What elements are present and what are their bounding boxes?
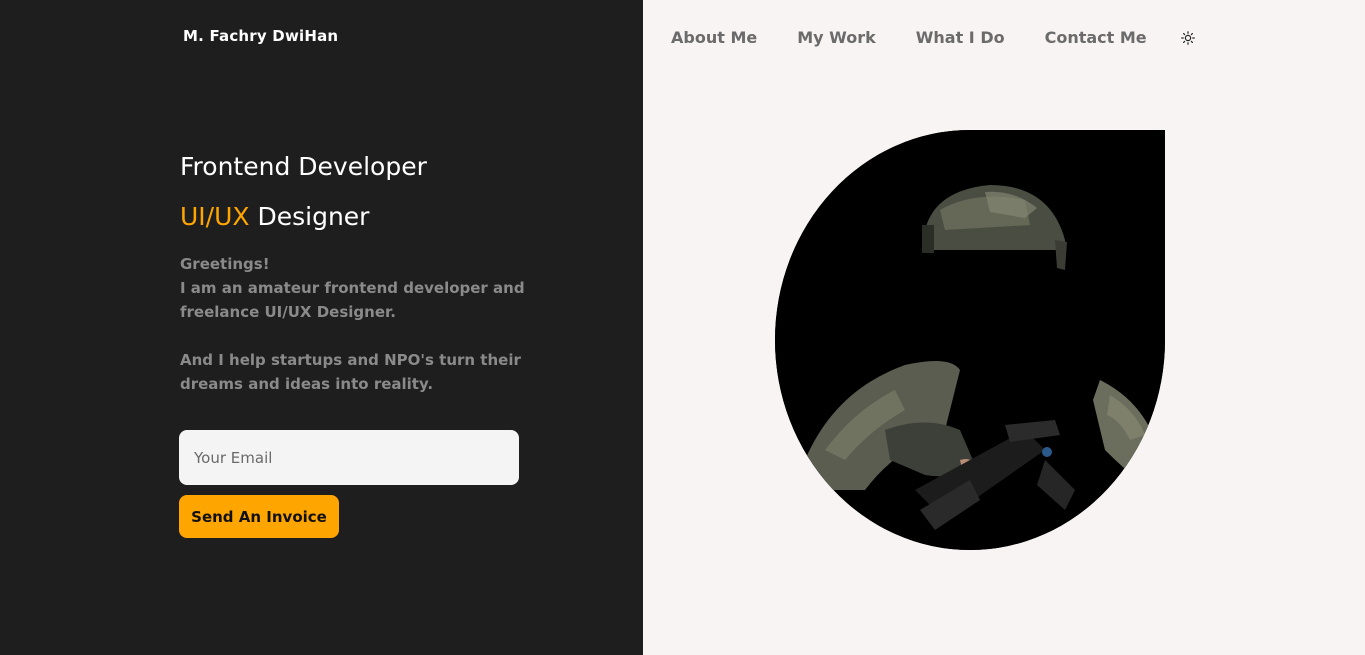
hero-subtitle-rest: Designer [257, 202, 370, 231]
brand-logo[interactable]: M. Fachry DwiHan [183, 27, 338, 45]
nav-item-my-work[interactable]: My Work [797, 27, 876, 49]
hero-title: Frontend Developer [180, 152, 427, 181]
nav-item-contact-me[interactable]: Contact Me [1045, 27, 1147, 49]
top-nav: About Me My Work What I Do Contact Me [671, 27, 1197, 49]
hero-subtitle-accent: UI/UX [180, 202, 250, 231]
nav-item-what-i-do[interactable]: What I Do [916, 27, 1005, 49]
nav-item-about-me[interactable]: About Me [671, 27, 757, 49]
sun-icon[interactable] [1179, 29, 1197, 47]
profile-photo [775, 130, 1165, 550]
hero-intro: I am an amateur frontend developer and f… [180, 279, 525, 321]
hero-mission: And I help startups and NPO's turn their… [180, 351, 521, 393]
hero-section: Frontend Developer UI/UX Designer Greeti… [180, 150, 580, 396]
hero-greeting: Greetings! [180, 255, 270, 273]
left-panel: M. Fachry DwiHan Frontend Developer UI/U… [0, 0, 643, 655]
right-panel: About Me My Work What I Do Contact Me [643, 0, 1365, 655]
hero-description: Greetings! I am an amateur frontend deve… [180, 252, 530, 396]
send-invoice-button[interactable]: Send An Invoice [179, 495, 339, 538]
email-input[interactable] [179, 430, 519, 485]
hero-subtitle: UI/UX Designer [180, 200, 580, 234]
